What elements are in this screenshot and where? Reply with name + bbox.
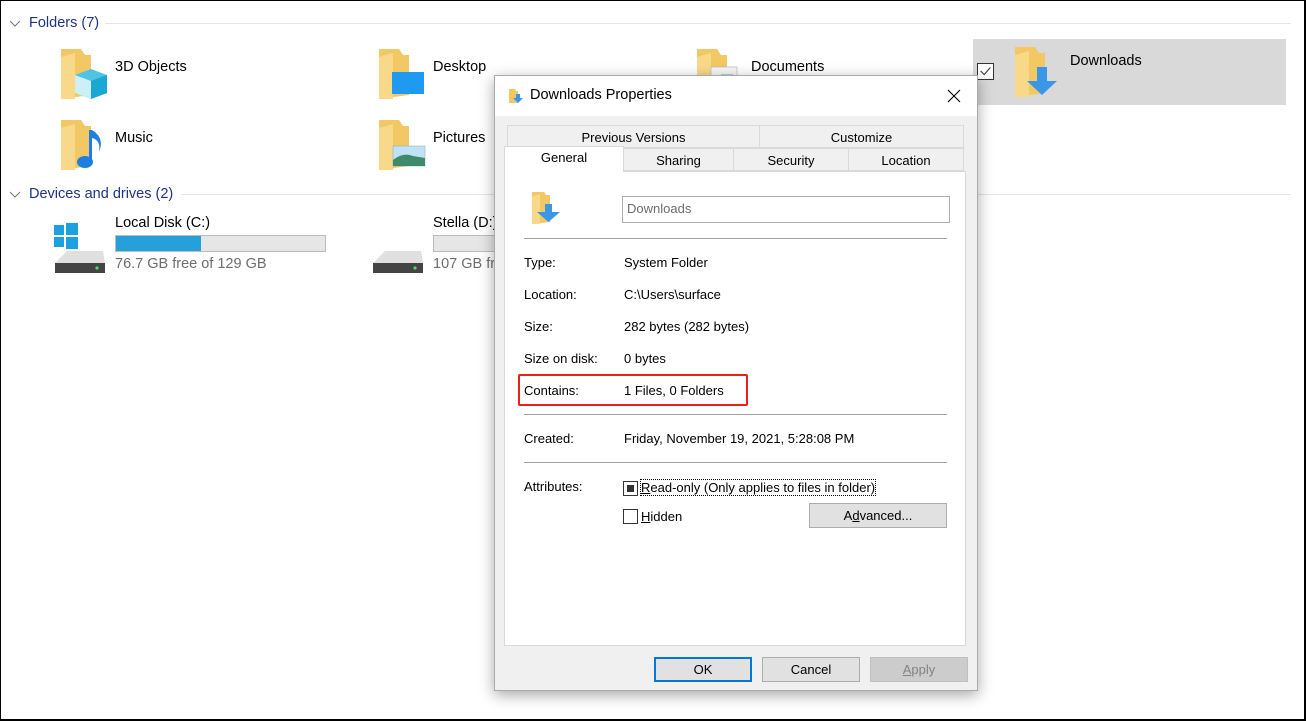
separator <box>524 238 947 239</box>
dialog-title: Downloads Properties <box>530 87 672 103</box>
folder-tile-music[interactable]: Music <box>59 118 369 184</box>
location-value: C:\Users\surface <box>624 287 721 302</box>
chevron-down-icon <box>9 191 21 198</box>
folder-pictures-icon <box>379 120 426 170</box>
folder-tile-3d-objects[interactable]: 3D Objects <box>59 47 369 113</box>
type-value: System Folder <box>624 255 708 270</box>
folder-name: Downloads <box>1070 53 1142 69</box>
folders-group-header[interactable]: Folders (7) <box>9 13 99 33</box>
properties-dialog: Downloads Properties Previous Versions C… <box>494 75 978 691</box>
close-button[interactable] <box>931 76 977 116</box>
attributes-label: Attributes: <box>524 479 583 494</box>
folder-name: Documents <box>751 59 825 75</box>
downloads-folder-large-icon <box>532 192 560 224</box>
created-label: Created: <box>524 431 574 446</box>
location-highlight-box <box>518 374 748 406</box>
size-on-disk-label: Size on disk: <box>524 351 598 366</box>
advanced-accesskey: d <box>852 508 860 523</box>
location-label: Location: <box>524 287 577 302</box>
ok-button[interactable]: OK <box>654 657 752 682</box>
dialog-title-bar[interactable]: Downloads Properties <box>495 76 977 116</box>
checkmark-icon <box>980 67 991 76</box>
drive-usage-fill <box>116 236 201 251</box>
folders-group-divider <box>105 23 1291 24</box>
folders-group-divider-wrap <box>1 13 1306 33</box>
drive-tile-c[interactable]: Local Disk (C:) 76.7 GB free of 129 GB <box>53 215 363 275</box>
tab-customize[interactable]: Customize <box>759 125 964 148</box>
indeterminate-mark <box>627 485 634 492</box>
hidden-checkbox[interactable] <box>623 509 638 524</box>
separator <box>524 414 947 415</box>
windows-drive-icon <box>54 223 105 273</box>
folder-3d-objects-icon <box>61 49 107 99</box>
close-icon <box>947 89 961 103</box>
size-on-disk-value: 0 bytes <box>624 351 666 366</box>
hidden-accesskey: H <box>641 509 651 524</box>
tab-sharing[interactable]: Sharing <box>623 148 734 171</box>
hidden-label-rest: idden <box>650 509 683 524</box>
drives-group-label: Devices and drives (2) <box>29 186 174 202</box>
chevron-down-icon <box>9 20 21 27</box>
tab-previous-versions[interactable]: Previous Versions <box>507 125 760 148</box>
drives-group-header[interactable]: Devices and drives (2) <box>9 184 173 204</box>
drive-usage-bar <box>115 235 326 252</box>
readonly-checkbox[interactable] <box>623 481 638 496</box>
apply-button[interactable]: Apply <box>870 657 968 682</box>
folder-music-icon <box>61 120 101 170</box>
drive-name: Stella (D:) <box>433 215 498 231</box>
cancel-button[interactable]: Cancel <box>762 657 860 682</box>
folders-group-label: Folders (7) <box>29 15 100 31</box>
advanced-button[interactable]: Advanced... <box>809 503 947 528</box>
folder-desktop-icon <box>379 49 424 99</box>
selection-checkbox[interactable] <box>977 63 994 80</box>
readonly-label-rest: ead-only (Only applies to files in folde… <box>650 480 876 495</box>
separator <box>524 462 947 463</box>
folder-name-input[interactable]: Downloads <box>622 196 950 223</box>
explorer-window: Folders (7) 3D Objects Desktop Documents… <box>0 0 1306 721</box>
readonly-accesskey: R <box>641 480 651 495</box>
hard-drive-icon <box>373 251 423 273</box>
tab-general[interactable]: General <box>504 146 624 172</box>
tab-location[interactable]: Location <box>848 148 964 171</box>
type-label: Type: <box>524 255 556 270</box>
folder-name: Pictures <box>433 130 486 146</box>
folder-tile-downloads[interactable]: Downloads <box>973 39 1286 105</box>
created-value: Friday, November 19, 2021, 5:28:08 PM <box>624 431 855 446</box>
folder-name: Desktop <box>433 59 487 75</box>
advanced-rest: vanced... <box>859 508 913 523</box>
drive-free-space: 76.7 GB free of 129 GB <box>115 256 267 272</box>
folder-name: Music <box>115 130 153 146</box>
folder-name: 3D Objects <box>115 59 187 75</box>
hidden-label[interactable]: Hidden <box>641 509 682 524</box>
drive-free-space: 107 GB fr <box>433 256 496 272</box>
tab-security[interactable]: Security <box>733 148 849 171</box>
readonly-label[interactable]: Read-only (Only applies to files in fold… <box>639 479 877 496</box>
drive-name: Local Disk (C:) <box>115 215 211 231</box>
downloads-folder-icon <box>509 89 523 103</box>
size-label: Size: <box>524 319 553 334</box>
size-value: 282 bytes (282 bytes) <box>624 319 750 334</box>
folder-downloads-icon <box>1015 47 1057 97</box>
general-tab-panel: Downloads Type: System Folder Location: … <box>504 171 966 646</box>
apply-rest: pply <box>911 662 936 677</box>
